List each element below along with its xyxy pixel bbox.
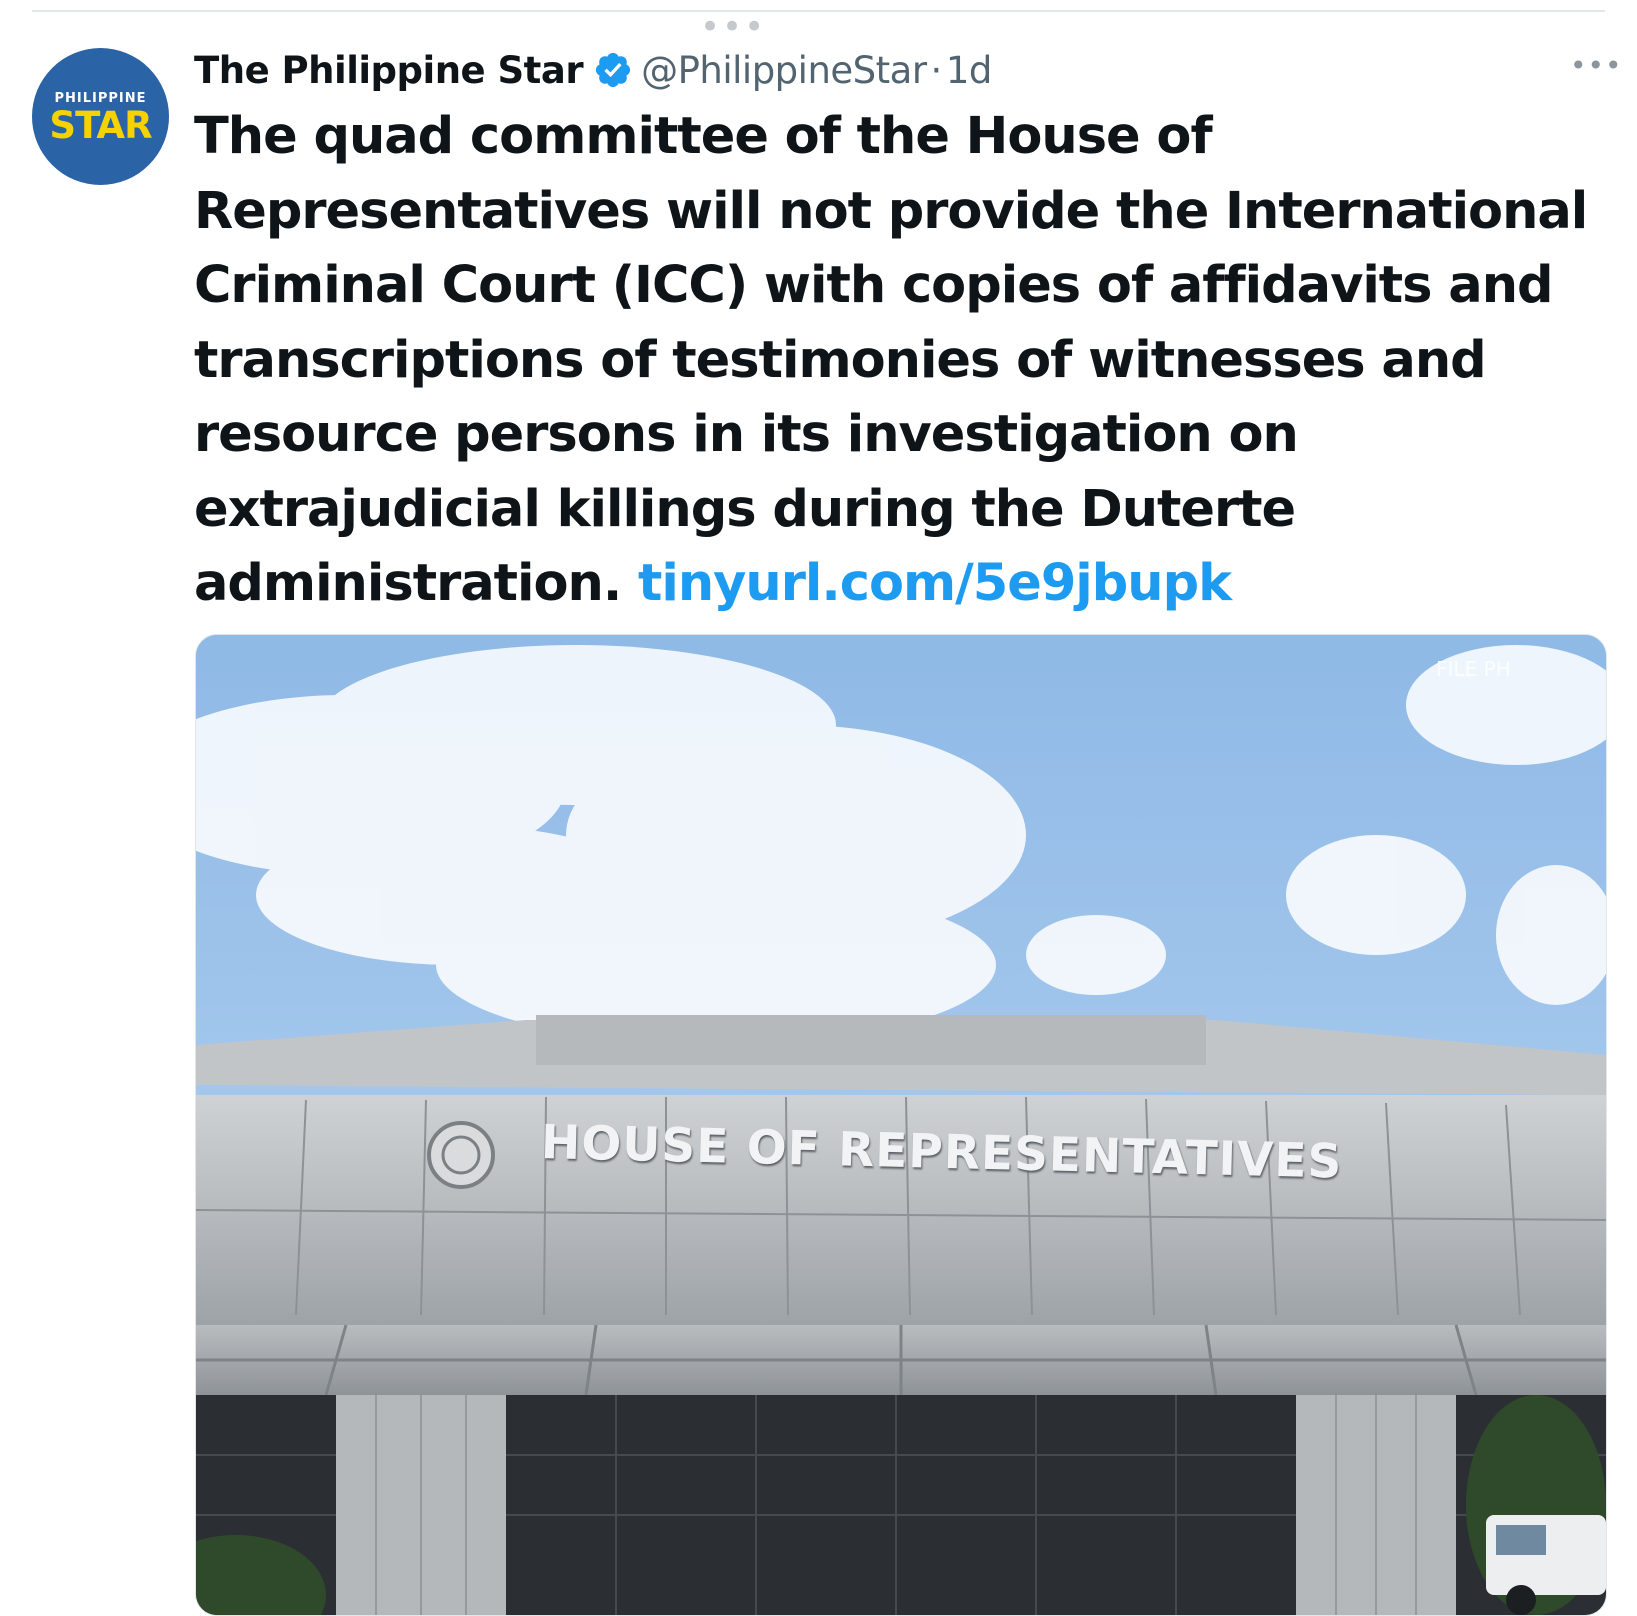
- tweet-body: The quad committee of the House of Repre…: [194, 107, 1588, 613]
- tweet-timestamp[interactable]: 1d: [946, 49, 993, 92]
- verified-badge-icon: [593, 50, 633, 90]
- tweet-header: The Philippine Star @PhilippineStar · 1d: [194, 45, 992, 95]
- avatar-logo-big-text: STAR: [49, 104, 152, 147]
- tweet-media-image[interactable]: FILE PH HOUSE OF REPRESENTATIVES: [195, 634, 1607, 1616]
- ellipsis-icon: •••: [700, 7, 767, 47]
- avatar[interactable]: PHILIPPINE STAR: [32, 48, 169, 185]
- author-name[interactable]: The Philippine Star: [194, 49, 584, 92]
- author-handle[interactable]: @PhilippineStar: [641, 49, 927, 92]
- more-options-icon[interactable]: •••: [1570, 52, 1623, 80]
- media-watermark: FILE PH: [1436, 657, 1511, 681]
- tweet-text: The quad committee of the House of Repre…: [194, 100, 1614, 622]
- top-divider: [32, 10, 1605, 12]
- tweet-link[interactable]: tinyurl.com/5e9jbupk: [638, 554, 1232, 613]
- header-separator: ·: [930, 48, 943, 92]
